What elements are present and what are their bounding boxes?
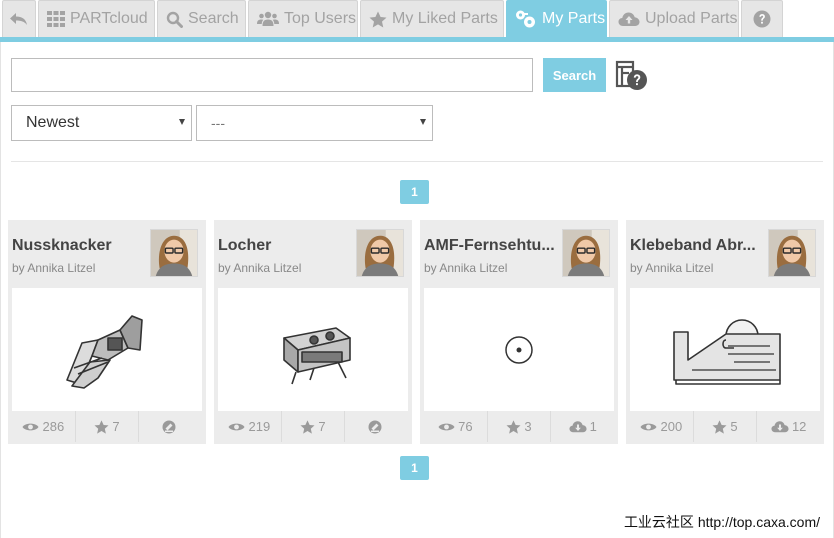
part-title[interactable]: Klebeband Abr... xyxy=(630,237,766,255)
part-title[interactable]: AMF-Fernsehtu... xyxy=(424,237,560,255)
views-stat: 219 xyxy=(218,411,281,442)
sort-select-value: Newest xyxy=(26,114,80,131)
chevron-down-icon xyxy=(420,119,426,125)
cloud-download-icon xyxy=(569,421,587,433)
star-icon xyxy=(369,11,387,27)
search-button[interactable]: Search xyxy=(543,58,606,92)
views-count: 200 xyxy=(660,419,683,434)
eye-icon xyxy=(228,423,245,430)
eye-icon xyxy=(438,423,455,430)
likes-count: 7 xyxy=(112,419,120,434)
stamp-stat[interactable] xyxy=(344,411,408,442)
grid-icon xyxy=(47,11,65,27)
views-count: 286 xyxy=(42,419,65,434)
views-stat: 200 xyxy=(630,411,693,442)
likes-count: 3 xyxy=(524,419,532,434)
likes-count: 5 xyxy=(730,419,738,434)
tab-label: Upload Parts xyxy=(645,10,738,27)
avatar[interactable] xyxy=(562,229,610,277)
views-stat: 286 xyxy=(12,411,75,442)
search-icon xyxy=(166,11,183,28)
part-preview-image[interactable] xyxy=(630,288,820,411)
part-stats: 219 7 xyxy=(218,411,408,442)
tab-partcloud[interactable]: PARTcloud xyxy=(38,0,155,37)
small-circle-model-image xyxy=(505,336,533,364)
part-title[interactable]: Locher xyxy=(218,237,354,255)
hole-punch-model-image xyxy=(283,327,351,385)
likes-count: 7 xyxy=(318,419,326,434)
tab-bar: PARTcloud Search Top Users My Liked Part… xyxy=(0,0,834,42)
likes-stat[interactable]: 5 xyxy=(692,411,757,442)
tab-label: PARTcloud xyxy=(70,10,148,27)
views-count: 76 xyxy=(458,419,473,434)
tab-top-users[interactable]: Top Users xyxy=(248,0,358,37)
likes-stat[interactable]: 7 xyxy=(280,411,345,442)
part-card-nussknacker[interactable]: Nussknacker by Annika Litzel 286 7 xyxy=(8,220,206,444)
help-icon xyxy=(753,10,771,28)
my-parts-icon xyxy=(516,10,535,28)
tab-label: My Liked Parts xyxy=(392,10,498,27)
pagination-page-bottom[interactable]: 1 xyxy=(400,456,429,480)
tab-search[interactable]: Search xyxy=(157,0,246,37)
filter-select-value: --- xyxy=(211,115,225,131)
avatar[interactable] xyxy=(150,229,198,277)
part-stats: 76 3 1 xyxy=(424,411,614,442)
part-author: by Annika Litzel xyxy=(424,261,508,275)
cloud-download-icon xyxy=(771,421,789,433)
tab-back[interactable] xyxy=(2,0,36,37)
divider xyxy=(11,161,823,162)
star-icon xyxy=(712,419,727,434)
tab-label: Search xyxy=(188,10,239,27)
sort-select[interactable]: Newest xyxy=(11,105,192,141)
likes-stat[interactable]: 3 xyxy=(486,411,551,442)
tape-dispenser-model-image xyxy=(673,319,781,385)
stamp-icon xyxy=(368,420,382,433)
part-title[interactable]: Nussknacker xyxy=(12,237,148,255)
eye-icon xyxy=(640,423,657,430)
part-stats: 286 7 xyxy=(12,411,202,442)
tab-label: Top Users xyxy=(284,10,357,27)
star-icon xyxy=(506,419,521,434)
star-icon xyxy=(300,419,315,434)
stamp-stat[interactable] xyxy=(138,411,202,442)
downloads-count: 12 xyxy=(791,419,807,434)
avatar[interactable] xyxy=(356,229,404,277)
part-author: by Annika Litzel xyxy=(630,261,714,275)
tab-help[interactable] xyxy=(741,0,783,37)
filter-help-icon[interactable] xyxy=(615,60,649,92)
cloud-upload-icon xyxy=(618,12,640,26)
tab-upload-parts[interactable]: Upload Parts xyxy=(609,0,739,37)
pagination-page-top[interactable]: 1 xyxy=(400,180,429,204)
part-author: by Annika Litzel xyxy=(218,261,302,275)
nutcracker-model-image xyxy=(66,315,143,389)
watermark: 工业云社区 http://top.caxa.com/ xyxy=(623,514,820,530)
part-preview-image[interactable] xyxy=(424,288,614,411)
stamp-icon xyxy=(162,420,176,433)
downloads-count: 1 xyxy=(589,419,597,434)
part-preview-image[interactable] xyxy=(218,288,408,411)
downloads-stat[interactable]: 1 xyxy=(550,411,614,442)
part-preview-image[interactable] xyxy=(12,288,202,411)
tab-my-parts[interactable]: My Parts xyxy=(506,0,607,37)
part-card-amf-fernsehturm[interactable]: AMF-Fernsehtu... by Annika Litzel 76 3 1 xyxy=(420,220,618,444)
my-parts-panel: Search Newest --- 1 Nussknacker by Annik… xyxy=(0,42,834,538)
back-icon xyxy=(10,13,27,25)
part-stats: 200 5 12 xyxy=(630,411,820,442)
part-author: by Annika Litzel xyxy=(12,261,96,275)
part-card-locher[interactable]: Locher by Annika Litzel 219 7 xyxy=(214,220,412,444)
star-icon xyxy=(94,419,109,434)
eye-icon xyxy=(22,423,39,430)
views-stat: 76 xyxy=(424,411,487,442)
search-input[interactable] xyxy=(11,58,533,92)
filter-select[interactable]: --- xyxy=(196,105,433,141)
tab-my-liked-parts[interactable]: My Liked Parts xyxy=(360,0,504,37)
chevron-down-icon xyxy=(179,119,185,125)
part-card-klebeband-abroller[interactable]: Klebeband Abr... by Annika Litzel 200 5 … xyxy=(626,220,824,444)
views-count: 219 xyxy=(248,419,271,434)
tab-label: My Parts xyxy=(542,10,606,27)
avatar[interactable] xyxy=(768,229,816,277)
users-icon xyxy=(257,11,279,26)
downloads-stat[interactable]: 12 xyxy=(756,411,820,442)
likes-stat[interactable]: 7 xyxy=(74,411,139,442)
